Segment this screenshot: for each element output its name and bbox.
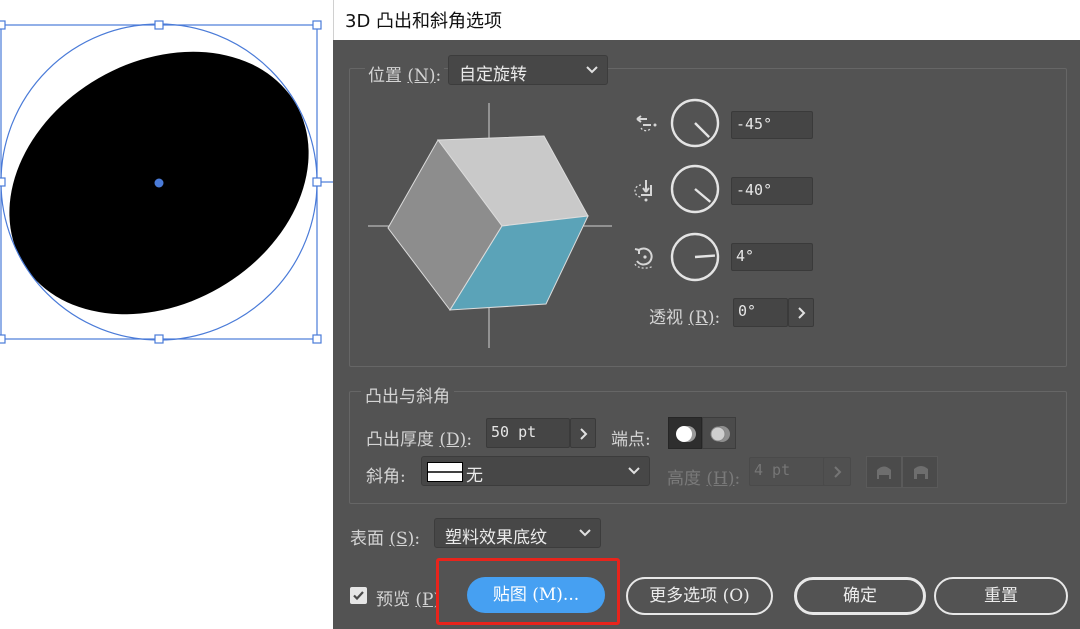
resize-handle-bottom-left[interactable] [0, 334, 6, 344]
perspective-slider-button[interactable] [788, 298, 814, 327]
resize-handle-top-left[interactable] [0, 20, 6, 30]
rotate-x-axis-icon [636, 115, 657, 132]
x-rotation-input[interactable]: -45° [731, 111, 813, 139]
height-slider-button [823, 457, 851, 486]
bevel-label: 斜角: [366, 467, 406, 487]
artboard-canvas[interactable] [0, 0, 333, 629]
cap-on-button[interactable] [668, 417, 702, 449]
center-point [154, 178, 164, 188]
surface-dropdown[interactable]: 塑料效果底纹 [434, 518, 601, 548]
extrude-depth-label: 凸出厚度 (D): [366, 430, 473, 450]
y-rotation-input[interactable]: -40° [731, 177, 813, 205]
resize-handle-top[interactable] [154, 20, 164, 30]
cap-on-icon [676, 426, 696, 442]
resize-handle-left[interactable] [0, 177, 6, 187]
perspective-shortcut: (R) [688, 308, 715, 328]
bevel-dropdown[interactable]: 无 [421, 456, 650, 486]
map-art-button[interactable]: 贴图 (M)... [467, 577, 605, 613]
height-shortcut: (H) [706, 469, 735, 489]
bevel-value: 无 [466, 466, 483, 486]
cap-off-button[interactable] [702, 417, 736, 449]
surface-shortcut: (S) [389, 529, 415, 549]
bevel-out-icon [877, 466, 891, 479]
position-shortcut: (N) [407, 66, 436, 86]
height-label: 高度 (H): [667, 469, 741, 489]
extrude-bevel-legend: 凸出与斜角 [361, 382, 454, 407]
position-label: 位置 (N): [365, 61, 445, 86]
extrude-depth-slider-button[interactable] [570, 418, 596, 448]
checkmark-icon [353, 591, 364, 601]
bevel-extent-out-button [866, 456, 902, 488]
position-colon: : [435, 66, 442, 86]
height-input: 4 pt [749, 457, 829, 486]
resize-handle-bottom-right[interactable] [312, 334, 322, 344]
preview-label: 预览 (P) [376, 590, 441, 610]
perspective-input[interactable]: 0° [733, 298, 788, 327]
position-preset-dropdown[interactable]: 自定旋转 [448, 55, 608, 85]
y-rotation-dial[interactable] [669, 163, 721, 215]
dialog-titlebar[interactable]: 3D 凸出和斜角选项 [333, 0, 1080, 40]
cap-label: 端点: [611, 430, 651, 450]
bevel-extent-in-button [902, 456, 938, 488]
rotate-z-axis-icon [634, 247, 654, 269]
dialog-title: 3D 凸出和斜角选项 [345, 11, 503, 32]
rotation-cube-track[interactable] [366, 98, 616, 353]
chevron-right-icon [834, 466, 842, 478]
rotate-y-axis-icon [634, 180, 652, 202]
extrude-depth-shortcut: (D) [439, 430, 467, 450]
z-rotation-input[interactable]: 4° [731, 243, 813, 271]
x-rotation-dial[interactable] [669, 97, 721, 149]
preview-checkbox[interactable] [350, 587, 367, 604]
perspective-label: 透视 (R): [649, 308, 721, 328]
chevron-down-icon [628, 467, 640, 475]
bevel-none-swatch-icon [427, 462, 463, 482]
selected-3d-ellipse-object[interactable] [0, 0, 333, 367]
resize-handle-bottom[interactable] [154, 334, 164, 344]
chevron-right-icon [798, 307, 806, 319]
position-preset-value: 自定旋转 [459, 65, 527, 85]
resize-handle-top-right[interactable] [312, 20, 322, 30]
3d-extrude-bevel-dialog: 3D 凸出和斜角选项 位置 (N): 自定旋转 -45° -40° 4° 透视 … [333, 0, 1080, 629]
resize-handle-right[interactable] [312, 177, 322, 187]
more-options-button[interactable]: 更多选项 (O) [626, 577, 773, 615]
chevron-right-icon [580, 428, 588, 440]
bevel-in-icon [914, 466, 928, 479]
surface-label: 表面 (S): [350, 529, 421, 549]
chevron-down-icon [586, 66, 598, 74]
surface-value: 塑料效果底纹 [445, 528, 547, 548]
extrude-depth-input[interactable]: 50 pt [486, 418, 570, 448]
cap-off-icon [710, 426, 730, 442]
z-rotation-dial[interactable] [669, 231, 721, 283]
ok-button[interactable]: 确定 [794, 577, 926, 615]
reset-button[interactable]: 重置 [934, 577, 1068, 615]
chevron-down-icon [579, 529, 591, 537]
